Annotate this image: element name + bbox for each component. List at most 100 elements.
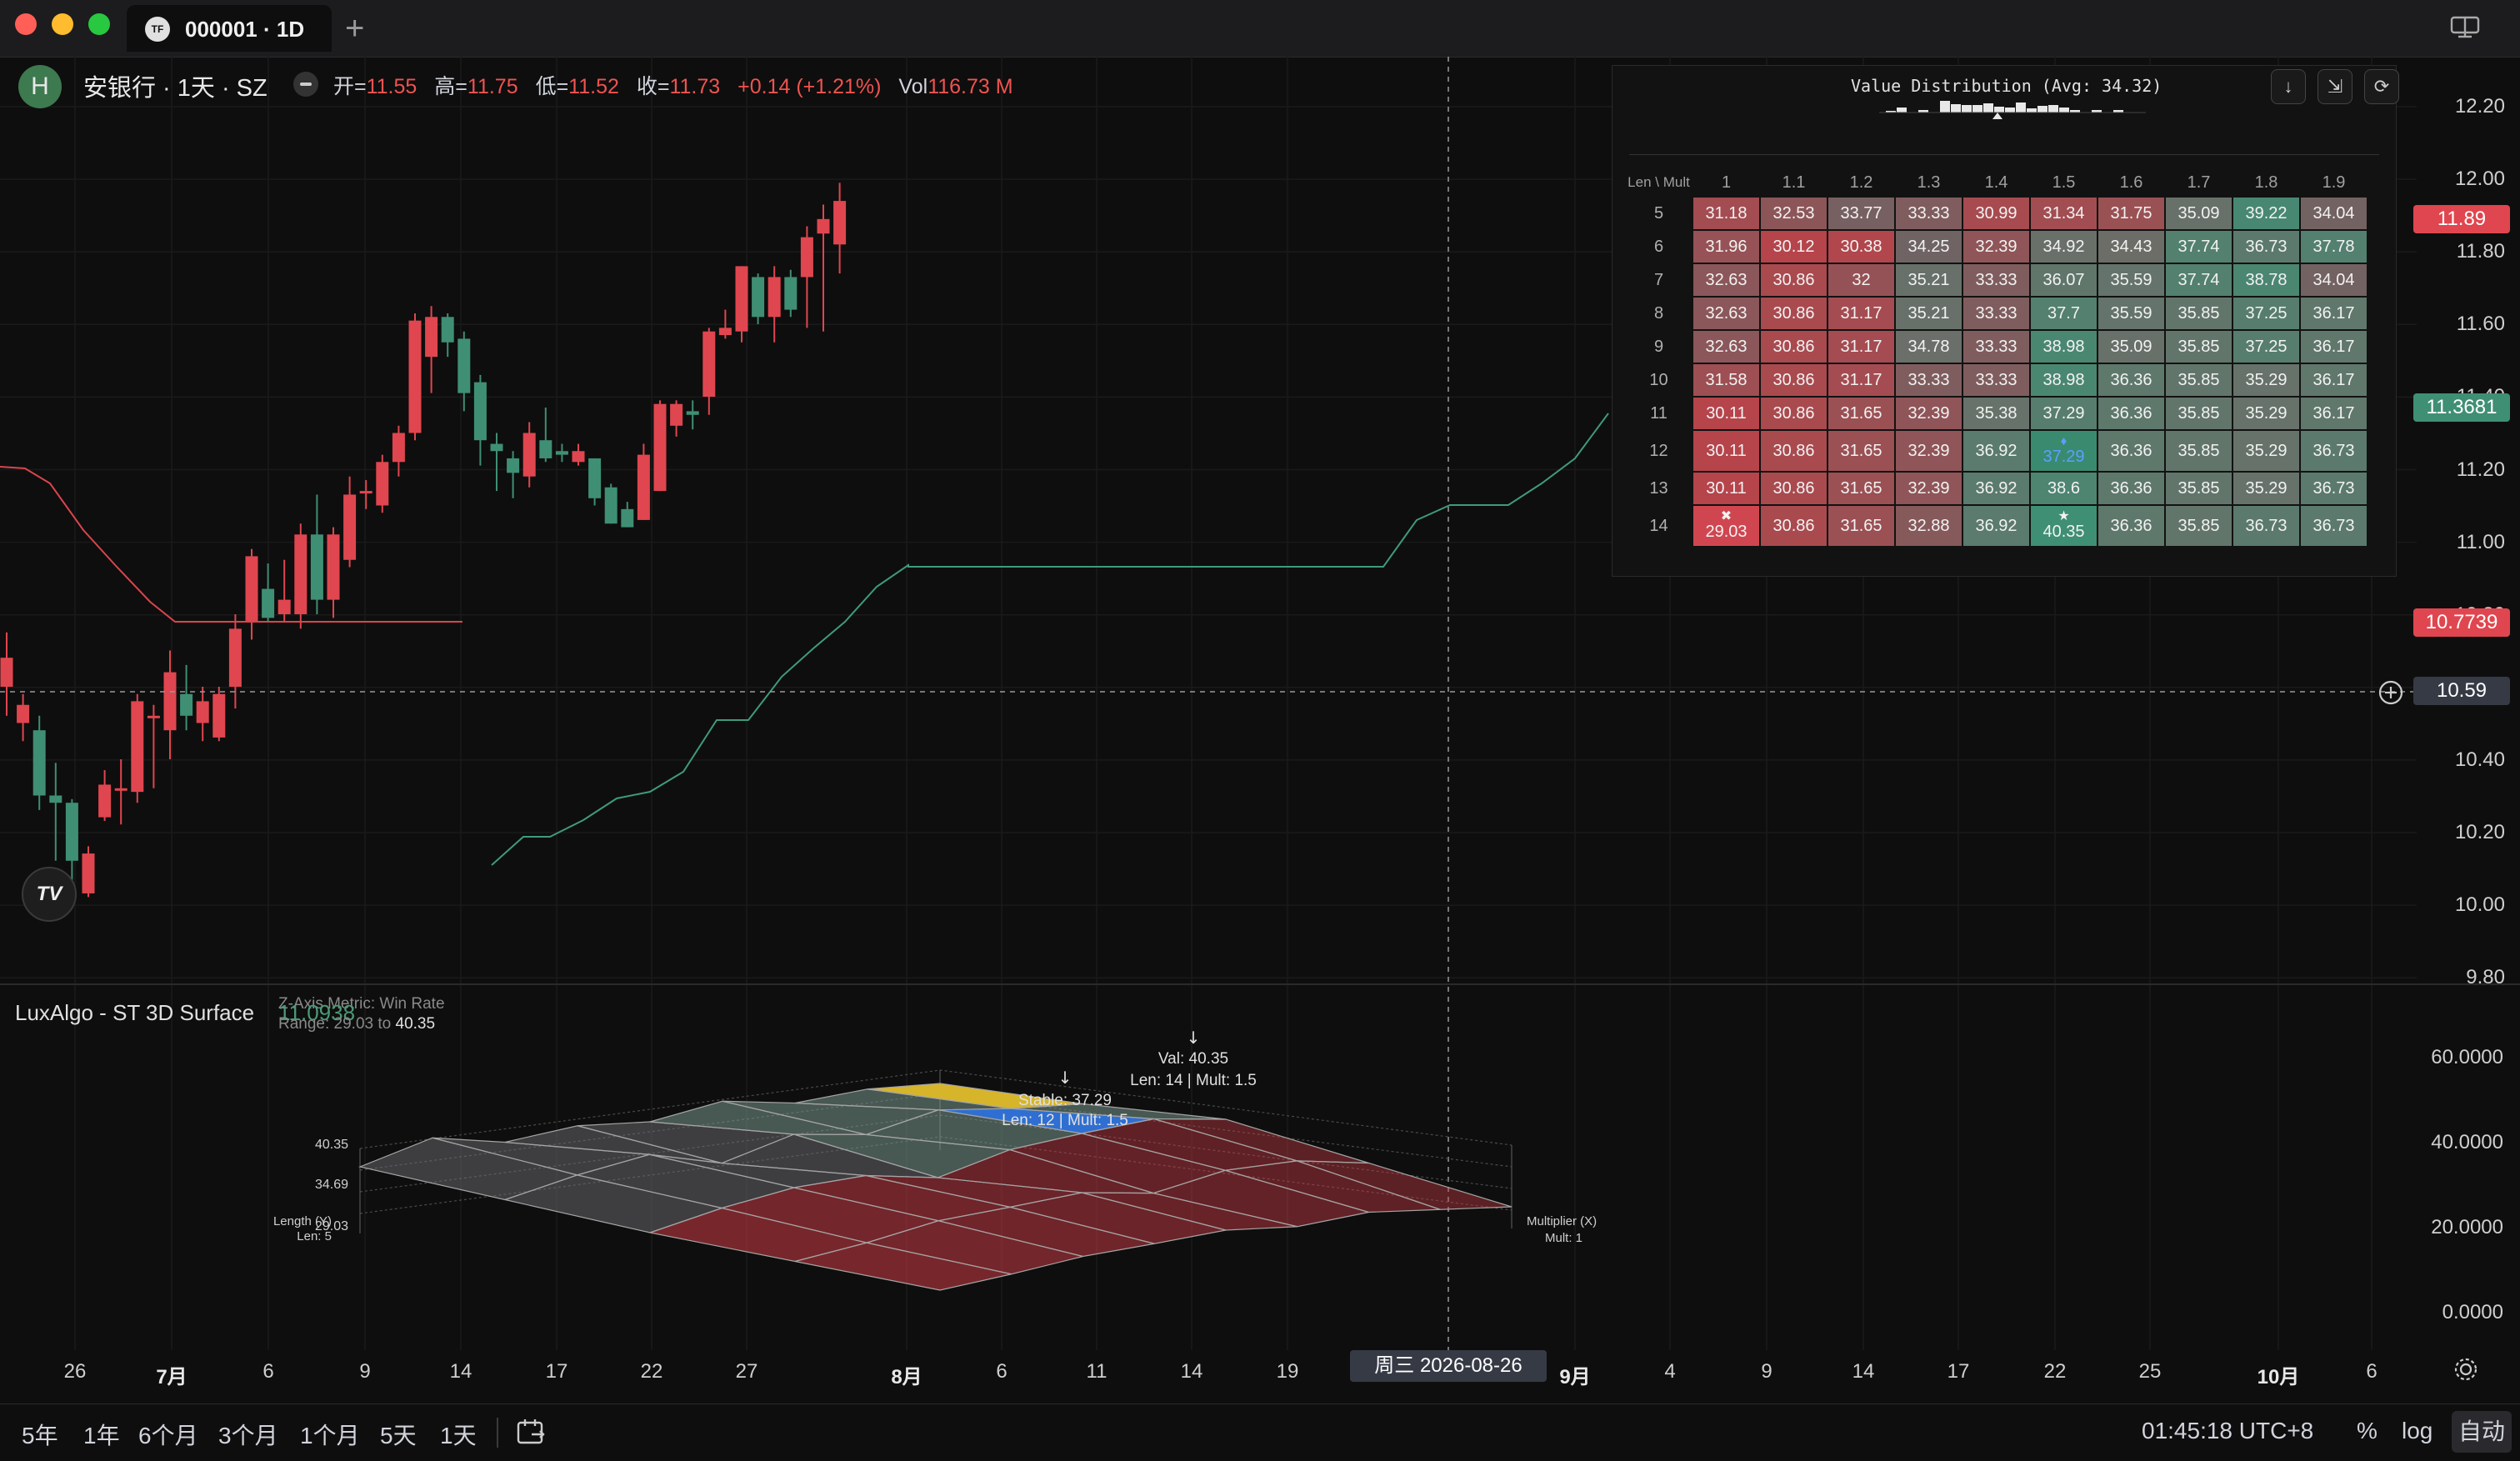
range-button[interactable]: 5天: [380, 1418, 417, 1451]
table-cell: 31.65: [1828, 473, 1894, 504]
candle: [604, 487, 618, 524]
table-column-header: 1.4: [1984, 173, 2008, 192]
lower-band-tag: 10.7739: [2413, 608, 2510, 637]
candle: [0, 658, 13, 687]
table-cell: 35.29: [2233, 431, 2299, 471]
candle: [131, 701, 144, 793]
range-button[interactable]: 1个月: [300, 1418, 360, 1451]
candle: [245, 556, 258, 622]
histogram-bar: [2005, 108, 2015, 113]
time-axis-label: 19: [1276, 1360, 1299, 1383]
table-cell: 36.07: [2031, 264, 2097, 296]
range-button[interactable]: 1年: [83, 1418, 120, 1451]
range-button[interactable]: 6个月: [138, 1418, 198, 1451]
candle: [735, 266, 748, 332]
histogram-bar: [2016, 103, 2026, 113]
stable-label: Stable: 37.29: [1018, 1092, 1112, 1109]
settings-gear-icon[interactable]: [2452, 1355, 2480, 1383]
table-cell: 30.86: [1761, 331, 1827, 363]
legend-collapse-button[interactable]: [293, 72, 318, 97]
table-cell: 36.36: [2098, 398, 2164, 429]
table-row-header: 7: [1653, 270, 1664, 289]
low-label: 低=: [535, 75, 569, 98]
table-cell: 35.59: [2098, 264, 2164, 296]
symbol-title[interactable]: 安银行 · 1天 · SZ: [83, 68, 268, 103]
price-axis-label: 11.80: [2456, 240, 2505, 263]
candle: [833, 201, 847, 245]
indicator-name[interactable]: LuxAlgo - ST 3D Surface: [15, 1000, 254, 1026]
add-alert-icon[interactable]: [2375, 677, 2407, 708]
table-cell: 35.29: [2233, 364, 2299, 396]
table-cell: 35.85: [2166, 473, 2232, 504]
table-cell: 37.74: [2166, 264, 2232, 296]
table-cell: 35.29: [2233, 398, 2299, 429]
price-axis-label: 11.00: [2456, 530, 2505, 553]
price-axis-label: 10.20: [2454, 821, 2505, 843]
candle: [163, 672, 177, 731]
candle: [180, 693, 193, 716]
range-button[interactable]: 1天: [440, 1418, 477, 1451]
table-row: 11 30.11 30.86 31.65 32.39 35.38 37.29 36.36 35.…: [1626, 398, 2367, 429]
refresh-icon[interactable]: ⟳: [2364, 69, 2399, 104]
histogram-bar: [2059, 108, 2069, 113]
table-row: 14 ✖ 29.03 30.86 31.65 32.88 36.92 ★ 40.35 36.36 3…: [1626, 506, 2367, 546]
histogram-bar: [2027, 108, 2037, 113]
time-axis-label: 25: [2138, 1360, 2162, 1383]
time-axis-label: 14: [449, 1360, 472, 1383]
symbol-avatar[interactable]: H: [18, 65, 62, 108]
crosshair-date-tag: 周三 2026-08-26: [1350, 1350, 1547, 1382]
table-cell: 32.39: [1963, 231, 2029, 263]
candle: [572, 451, 585, 463]
auto-scale-toggle[interactable]: 自动: [2452, 1411, 2512, 1453]
log-toggle[interactable]: log: [2402, 1418, 2432, 1444]
table-cell: 30.11: [1693, 398, 1759, 429]
collapse-icon[interactable]: ⇲: [2318, 69, 2352, 104]
candle: [653, 403, 667, 492]
table-cell: 35.09: [2166, 198, 2232, 229]
z-axis-label: 40.35: [315, 1138, 348, 1152]
price-axis-label: 11.20: [2456, 458, 2505, 481]
table-cell: ♦ 37.29: [2031, 431, 2097, 471]
table-cell: 35.85: [2166, 364, 2232, 396]
table-cell: 32.39: [1896, 431, 1962, 471]
candle: [490, 443, 503, 452]
range-button[interactable]: 5年: [22, 1418, 58, 1451]
table-row: 8 32.63 30.86 31.17 35.21 33.33 37.7 35.59 35.85…: [1626, 298, 2367, 329]
upper-band-tag: 11.3681: [2413, 393, 2510, 422]
table-row-header: 11: [1650, 403, 1668, 423]
table-row-header: 14: [1649, 516, 1668, 535]
candle: [702, 331, 716, 397]
time-axis-label: 14: [1180, 1360, 1203, 1383]
time-axis[interactable]: 26 7月 6 9 14 17 22 27 8月 6 11 14 19 9月 4 9 14 17 22 25 10月 6: [0, 1350, 2520, 1395]
indicator-range-max: 40.35: [395, 1015, 436, 1033]
price-axis[interactable]: 12.2012.0011.8011.6011.4011.2011.0010.80…: [2420, 57, 2520, 1357]
table-cell: 37.78: [2301, 231, 2367, 263]
table-cell: 35.21: [1896, 264, 1962, 296]
candle: [278, 599, 291, 614]
candle: [310, 534, 323, 600]
download-icon[interactable]: ↓: [2271, 69, 2306, 104]
histogram-bar: [2048, 105, 2058, 113]
table-cell: 31.17: [1828, 298, 1894, 329]
table-cell: 31.17: [1828, 331, 1894, 363]
table-column-header: 1.9: [2322, 173, 2346, 192]
peak-label: Val: 40.35: [1158, 1050, 1228, 1068]
pane-divider[interactable]: [0, 983, 2520, 985]
candle: [262, 588, 275, 618]
stable-sub-label: Len: 12 | Mult: 1.5: [1002, 1112, 1128, 1129]
value-distribution-histogram: [1879, 101, 2146, 119]
date-range-icon[interactable]: [515, 1416, 548, 1449]
candle: [17, 704, 30, 723]
table-cell: 38.98: [2031, 364, 2097, 396]
table-column-header: 1.1: [1782, 173, 1806, 192]
table-cell: 34.92: [2031, 231, 2097, 263]
table-column-header: 1.8: [2254, 173, 2278, 192]
range-button[interactable]: 3个月: [218, 1418, 278, 1451]
table-column-header: 1.7: [2187, 173, 2211, 192]
table-cell: 38.78: [2233, 264, 2299, 296]
table-cell: 36.73: [2233, 506, 2299, 546]
tradingview-logo-icon[interactable]: TV: [22, 867, 77, 922]
table-cell: 36.36: [2098, 431, 2164, 471]
clock[interactable]: 01:45:18 UTC+8: [2142, 1418, 2313, 1444]
percent-toggle[interactable]: %: [2357, 1418, 2378, 1444]
